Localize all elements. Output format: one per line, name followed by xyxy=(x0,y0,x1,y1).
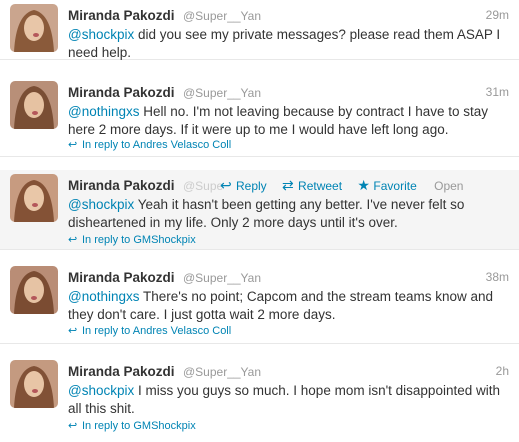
user-handle[interactable]: @Super__Yan xyxy=(183,86,261,100)
tweet-text: @nothingxs Hell no. I'm not leaving beca… xyxy=(68,103,509,139)
reply-label: Reply xyxy=(236,179,267,193)
avatar[interactable] xyxy=(10,266,58,314)
tweet-text: @shockpix Yeah it hasn't been getting an… xyxy=(68,196,509,232)
tweet-actions: ↩ Reply ⇄ Retweet ★ Favorite Open xyxy=(220,177,463,194)
user-name[interactable]: Miranda Pakozdi xyxy=(68,364,175,379)
mention-link[interactable]: @shockpix xyxy=(68,383,134,398)
tweet-text: @shockpix did you see my private message… xyxy=(68,26,509,62)
tweet-item[interactable]: Miranda Pakozdi @Super__Yan 31m @nothing… xyxy=(0,77,519,157)
user-name[interactable]: Miranda Pakozdi xyxy=(68,8,175,23)
user-handle[interactable]: @Super__Yan xyxy=(183,9,261,23)
avatar[interactable] xyxy=(10,174,58,222)
tweet-item[interactable]: Miranda Pakozdi @Supe ↩ Reply ⇄ Retweet ★ F… xyxy=(0,170,519,250)
star-icon: ★ xyxy=(357,177,370,193)
user-handle[interactable]: @Supe xyxy=(183,179,223,193)
avatar[interactable] xyxy=(10,81,58,129)
in-reply-to-label[interactable]: In reply to Andres Velasco Coll xyxy=(82,139,231,151)
tweet-header: Miranda Pakozdi @Super__Yan 38m xyxy=(68,269,509,287)
favorite-label: Favorite xyxy=(373,179,417,193)
user-name[interactable]: Miranda Pakozdi xyxy=(68,270,175,285)
tweet-item[interactable]: Miranda Pakozdi @Super__Yan 38m @nothing… xyxy=(0,262,519,344)
in-reply-to-link[interactable]: ↩ In reply to Andres Velasco Coll xyxy=(68,138,231,151)
reply-arrow-icon: ↩ xyxy=(68,420,78,432)
tweet-text: @shockpix I miss you guys so much. I hop… xyxy=(68,382,509,418)
retweet-icon: ⇄ xyxy=(282,177,294,193)
user-handle[interactable]: @Super__Yan xyxy=(183,365,261,379)
user-name[interactable]: Miranda Pakozdi xyxy=(68,178,175,193)
mention-link[interactable]: @nothingxs xyxy=(68,289,140,304)
in-reply-to-label[interactable]: In reply to GMShockpix xyxy=(82,234,196,246)
tweet-header: Miranda Pakozdi @Super__Yan 31m xyxy=(68,84,509,102)
tweet-item[interactable]: Miranda Pakozdi @Super__Yan 2h @shockpix… xyxy=(0,356,519,442)
tweet-header: Miranda Pakozdi @Super__Yan 2h xyxy=(68,363,509,381)
retweet-label: Retweet xyxy=(298,179,343,193)
favorite-button[interactable]: ★ Favorite xyxy=(357,177,416,194)
reply-button[interactable]: ↩ Reply xyxy=(220,177,267,194)
avatar[interactable] xyxy=(10,360,58,408)
timestamp[interactable]: 38m xyxy=(486,270,509,284)
reply-arrow-icon: ↩ xyxy=(68,234,78,246)
retweet-button[interactable]: ⇄ Retweet xyxy=(282,177,342,194)
reply-arrow-icon: ↩ xyxy=(220,177,232,193)
open-button[interactable]: Open xyxy=(434,179,463,193)
tweet-text: @nothingxs There's no point; Capcom and … xyxy=(68,288,509,324)
mention-link[interactable]: @shockpix xyxy=(68,27,134,42)
timestamp[interactable]: 31m xyxy=(486,85,509,99)
tweet-header: Miranda Pakozdi @Super__Yan 29m xyxy=(68,7,509,25)
in-reply-to-label[interactable]: In reply to Andres Velasco Coll xyxy=(82,325,231,337)
in-reply-to-link[interactable]: ↩ In reply to GMShockpix xyxy=(68,419,196,432)
mention-link[interactable]: @nothingxs xyxy=(68,104,140,119)
in-reply-to-label[interactable]: In reply to GMShockpix xyxy=(82,420,196,432)
avatar[interactable] xyxy=(10,4,58,52)
reply-arrow-icon: ↩ xyxy=(68,139,78,151)
timestamp[interactable]: 29m xyxy=(486,8,509,22)
tweet-item[interactable]: Miranda Pakozdi @Super__Yan 29m @shockpi… xyxy=(0,0,519,60)
timestamp[interactable]: 2h xyxy=(496,364,509,378)
user-handle[interactable]: @Super__Yan xyxy=(183,271,261,285)
in-reply-to-link[interactable]: ↩ In reply to Andres Velasco Coll xyxy=(68,324,231,337)
reply-arrow-icon: ↩ xyxy=(68,325,78,337)
in-reply-to-link[interactable]: ↩ In reply to GMShockpix xyxy=(68,233,196,246)
user-name[interactable]: Miranda Pakozdi xyxy=(68,85,175,100)
mention-link[interactable]: @shockpix xyxy=(68,197,134,212)
